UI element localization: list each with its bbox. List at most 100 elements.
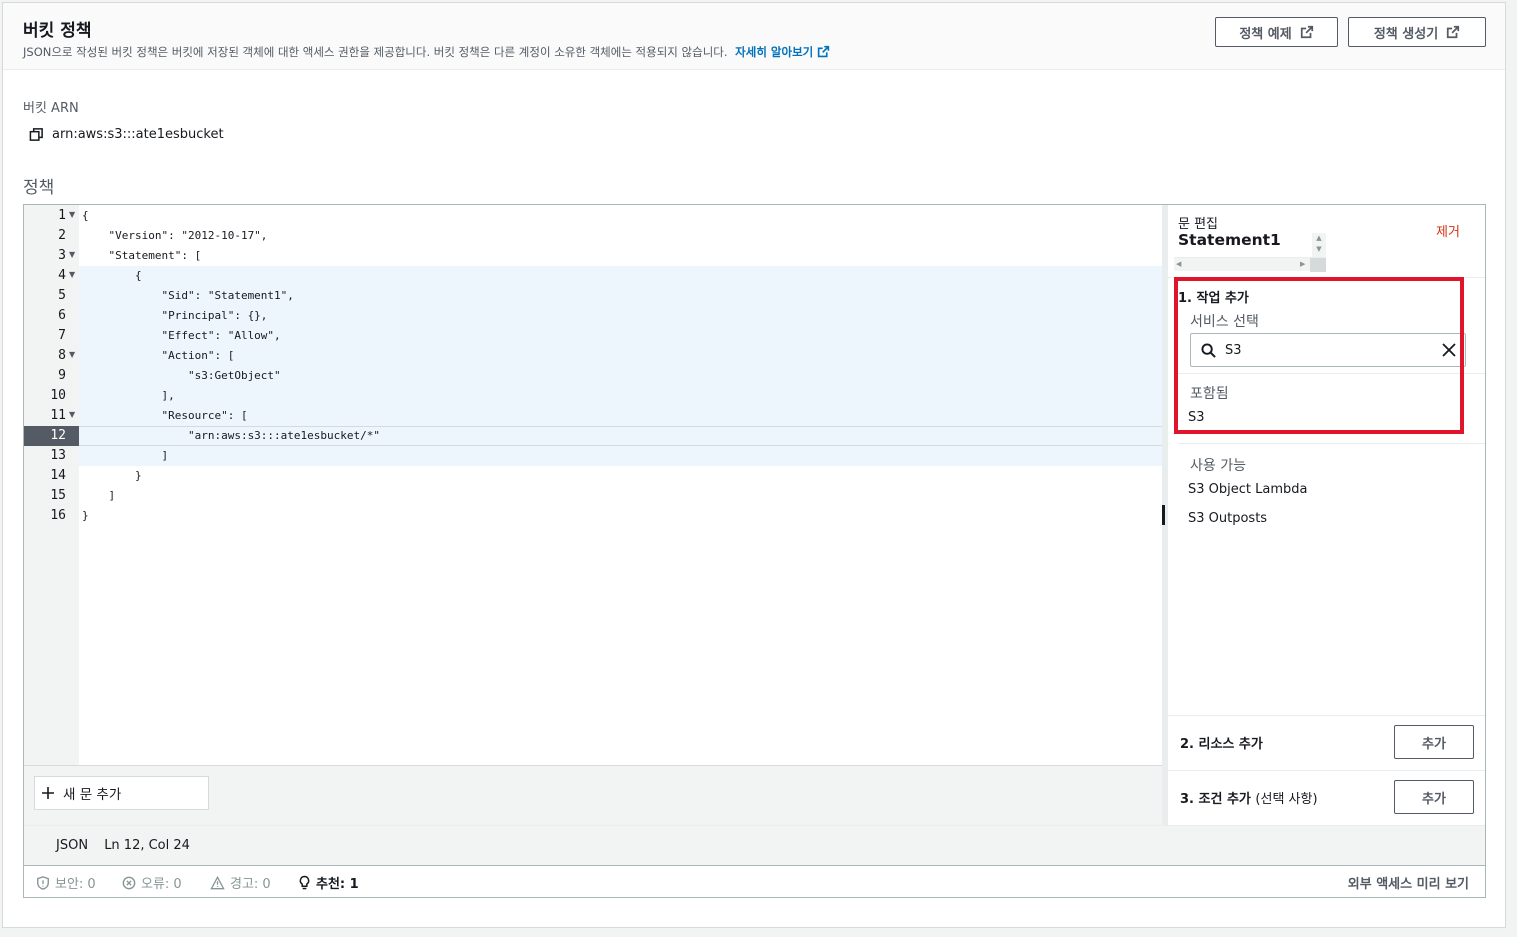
- shield-icon: [37, 875, 49, 890]
- divider: [1178, 443, 1485, 444]
- add-statement-bar: 새 문 추가: [24, 765, 1162, 825]
- line-number: 2: [58, 228, 66, 243]
- line-number: 5: [58, 288, 66, 303]
- editor-status-bar: JSON Ln 12, Col 24: [24, 825, 1485, 865]
- code-line[interactable]: 8 ▼ "Action": [: [24, 346, 1162, 366]
- search-value: S3: [1225, 343, 1242, 358]
- add-new-statement-button[interactable]: 새 문 추가: [34, 776, 209, 810]
- policy-generator-button[interactable]: 정책 생성기: [1348, 17, 1486, 47]
- policy-examples-button[interactable]: 정책 예제: [1215, 17, 1338, 47]
- code-line[interactable]: 15 ]: [24, 486, 1162, 506]
- code-line[interactable]: 7 "Effect": "Allow",: [24, 326, 1162, 346]
- line-number: 8: [58, 348, 66, 363]
- code-text: "Statement": [: [82, 249, 202, 262]
- add-condition-label: 3. 조건 추가 (선택 사항): [1180, 792, 1318, 807]
- vertical-scrollbar[interactable]: ▲ ▼: [1312, 233, 1326, 257]
- bucket-arn-row: arn:aws:s3:::ate1esbucket: [29, 127, 224, 142]
- scroll-thumb[interactable]: [1310, 258, 1326, 272]
- code-text: }: [82, 469, 142, 482]
- line-number: 11: [50, 408, 66, 423]
- code-text: {: [82, 269, 142, 282]
- code-line[interactable]: 5 "Sid": "Statement1",: [24, 286, 1162, 306]
- code-line[interactable]: 4 ▼ {: [24, 266, 1162, 286]
- scroll-right-icon[interactable]: ▶: [1300, 260, 1305, 268]
- status-cursor: Ln 12, Col 24: [104, 838, 190, 853]
- fold-toggle-icon[interactable]: ▼: [69, 270, 75, 279]
- line-number: 15: [50, 488, 66, 503]
- suggestion-issues[interactable]: 추천: 1: [298, 873, 359, 892]
- line-number: 1: [58, 208, 66, 223]
- code-line[interactable]: 2 "Version": "2012-10-17",: [24, 226, 1162, 246]
- line-number: 7: [58, 328, 66, 343]
- issues-bar: 보안: 0 오류: 0 경고: 0 추천: 1 외부 액세스 미리 보기: [24, 865, 1485, 897]
- step-add-condition: 3. 조건 추가 (선택 사항) 추가: [1168, 770, 1485, 825]
- scroll-left-icon[interactable]: ◀: [1176, 260, 1181, 268]
- policy-label: 정책: [23, 178, 55, 198]
- search-icon: [1201, 343, 1216, 358]
- code-line[interactable]: 12 "arn:aws:s3:::ate1esbucket/*": [24, 426, 1162, 446]
- code-text: {: [82, 209, 89, 222]
- fold-toggle-icon[interactable]: ▼: [69, 410, 75, 419]
- code-line[interactable]: 1 ▼ {: [24, 206, 1162, 226]
- line-number: 13: [50, 448, 66, 463]
- close-icon[interactable]: [1441, 342, 1457, 358]
- external-link-icon: [1447, 25, 1460, 39]
- available-service-item[interactable]: S3 Object Lambda: [1188, 482, 1307, 497]
- code-text: "Sid": "Statement1",: [82, 289, 294, 302]
- available-service-item[interactable]: S3 Outposts: [1188, 511, 1267, 526]
- line-number: 4: [58, 268, 66, 283]
- line-number: 3: [58, 248, 66, 263]
- service-search-input[interactable]: S3: [1190, 333, 1466, 367]
- horizontal-scrollbar[interactable]: ◀ ▶: [1174, 257, 1326, 272]
- line-number: 14: [50, 468, 66, 483]
- code-line[interactable]: 6 "Principal": {},: [24, 306, 1162, 326]
- splitter-grip[interactable]: [1162, 505, 1165, 525]
- line-number: 6: [58, 308, 66, 323]
- fold-toggle-icon[interactable]: ▼: [69, 350, 75, 359]
- add-resource-label: 2. 리소스 추가: [1180, 737, 1263, 752]
- add-condition-button[interactable]: 추가: [1394, 780, 1474, 814]
- statement-header: 문 편집 Statement1 ▲ ▼ ◀ ▶ 제거: [1168, 205, 1485, 278]
- code-text: ]: [82, 489, 116, 502]
- status-text: JSON Ln 12, Col 24: [56, 838, 190, 853]
- error-issues[interactable]: 오류: 0: [122, 873, 182, 892]
- code-line[interactable]: 14 }: [24, 466, 1162, 486]
- code-editor[interactable]: 1 ▼{2 "Version": "2012-10-17", 3 ▼ "Stateme…: [24, 205, 1162, 765]
- lightbulb-icon: [299, 875, 310, 890]
- add-resource-button[interactable]: 추가: [1394, 725, 1474, 759]
- code-line[interactable]: 11 ▼ "Resource": [: [24, 406, 1162, 426]
- code-text: "Effect": "Allow",: [82, 329, 281, 342]
- code-text: "arn:aws:s3:::ate1esbucket/*": [82, 429, 381, 442]
- statement-editor-panel: 문 편집 Statement1 ▲ ▼ ◀ ▶ 제거 1. 작업 추가 서비스 선…: [1168, 205, 1485, 825]
- included-label: 포함됨: [1190, 386, 1229, 402]
- code-line[interactable]: 9 "s3:GetObject": [24, 366, 1162, 386]
- fold-toggle-icon[interactable]: ▼: [69, 210, 75, 219]
- divider: [1178, 373, 1485, 374]
- code-text: "Principal": {},: [82, 309, 268, 322]
- description-text: JSON으로 작성된 버킷 정책은 버킷에 저장된 객체에 대한 액세스 권한을…: [23, 45, 728, 59]
- code-text: ],: [82, 389, 175, 402]
- step-add-actions: 1. 작업 추가: [1178, 291, 1249, 306]
- external-access-preview-button[interactable]: 외부 액세스 미리 보기: [1348, 873, 1469, 892]
- remove-statement-link[interactable]: 제거: [1436, 221, 1460, 240]
- security-issues[interactable]: 보안: 0: [36, 873, 96, 892]
- line-number: 12: [50, 428, 66, 443]
- fold-toggle-icon[interactable]: ▼: [69, 250, 75, 259]
- warning-issues[interactable]: 경고: 0: [210, 873, 271, 892]
- code-text: "Action": [: [82, 349, 235, 362]
- learn-more-link[interactable]: 자세히 알아보기: [735, 45, 830, 59]
- code-line[interactable]: 3 ▼ "Statement": [: [24, 246, 1162, 266]
- policy-editor: 1 ▼{2 "Version": "2012-10-17", 3 ▼ "Stateme…: [23, 204, 1486, 898]
- code-text: }: [82, 509, 89, 522]
- included-service-item[interactable]: S3: [1188, 410, 1205, 425]
- line-number: 16: [50, 508, 66, 523]
- edit-statement-label: 문 편집: [1178, 217, 1219, 232]
- external-link-icon: [1300, 25, 1313, 39]
- copy-icon[interactable]: [29, 127, 44, 142]
- code-line[interactable]: 13 ]: [24, 446, 1162, 466]
- panel-header: 버킷 정책 JSON으로 작성된 버킷 정책은 버킷에 저장된 객체에 대한 액…: [3, 3, 1505, 70]
- code-line[interactable]: 16}: [24, 506, 1162, 526]
- plus-icon: [42, 787, 54, 799]
- code-line[interactable]: 10 ],: [24, 386, 1162, 406]
- panel-title: 버킷 정책: [23, 21, 92, 41]
